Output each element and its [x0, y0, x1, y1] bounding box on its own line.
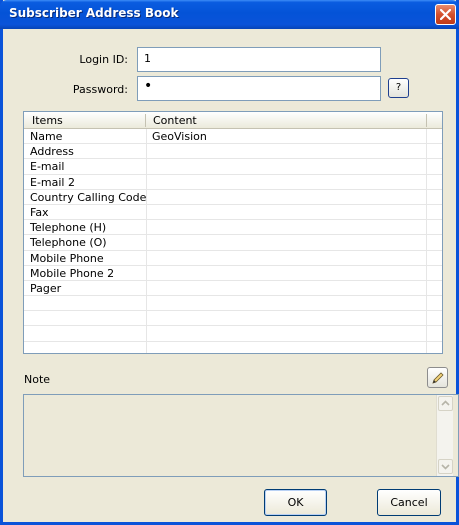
table-row[interactable]: Country Calling Code — [24, 190, 442, 205]
column-divider — [426, 114, 427, 127]
content-cell[interactable]: GeoVision — [152, 130, 207, 143]
table-row[interactable]: E-mail 2 — [24, 175, 442, 190]
close-icon — [440, 9, 451, 20]
table-row[interactable]: Address — [24, 144, 442, 160]
column-header-items[interactable]: Items — [32, 114, 63, 127]
scroll-up-button[interactable] — [438, 396, 453, 411]
help-button[interactable]: ? — [388, 78, 409, 98]
chevron-down-icon — [441, 464, 450, 470]
item-cell: Name — [30, 130, 63, 143]
item-cell: Pager — [30, 281, 62, 295]
password-input[interactable]: • — [137, 76, 381, 101]
edit-note-button[interactable] — [427, 367, 448, 388]
note-label: Note — [24, 373, 51, 386]
item-cell: Fax — [30, 205, 49, 219]
item-cell: Mobile Phone — [30, 251, 104, 265]
note-textarea[interactable] — [23, 394, 459, 477]
note-scrollbar[interactable] — [436, 395, 453, 476]
table-row[interactable]: Mobile Phone 2 — [24, 266, 442, 281]
item-cell: Mobile Phone 2 — [30, 266, 115, 280]
item-cell: Address — [30, 145, 74, 159]
window-title: Subscriber Address Book — [9, 6, 179, 20]
close-button[interactable] — [435, 4, 456, 25]
table-row[interactable]: E-mail — [24, 159, 442, 175]
address-book-dialog: Subscriber Address Book Login ID: 1 Pass… — [0, 0, 459, 525]
table-row[interactable]: Name GeoVision — [24, 129, 442, 145]
table-row[interactable]: Mobile Phone — [24, 251, 442, 266]
table-row[interactable]: Telephone (H) — [24, 220, 442, 236]
table-row[interactable]: Pager — [24, 281, 442, 297]
title-bar[interactable]: Subscriber Address Book — [0, 0, 459, 29]
pencil-icon — [432, 372, 444, 384]
column-divider — [145, 114, 146, 127]
table-row[interactable] — [24, 326, 442, 342]
scroll-down-button[interactable] — [438, 459, 453, 474]
item-cell: E-mail 2 — [30, 175, 75, 189]
cancel-button[interactable]: Cancel — [377, 489, 441, 516]
chevron-up-icon — [441, 400, 450, 406]
grid-rows: Name GeoVision Address E-mail E-mail 2 Co… — [24, 129, 442, 342]
item-cell: Telephone (O) — [30, 236, 107, 250]
login-id-input[interactable]: 1 — [137, 47, 381, 72]
login-id-label: Login ID: — [79, 53, 128, 66]
item-cell: Telephone (H) — [30, 221, 107, 235]
item-cell: E-mail — [30, 160, 65, 174]
password-label: Password: — [72, 83, 128, 96]
table-row[interactable]: Fax — [24, 205, 442, 221]
column-header-content[interactable]: Content — [153, 114, 197, 127]
ok-button[interactable]: OK — [264, 489, 327, 516]
grid-header: Items Content — [24, 112, 442, 129]
table-row[interactable]: Telephone (O) — [24, 235, 442, 251]
table-row[interactable] — [24, 311, 442, 327]
table-row[interactable] — [24, 296, 442, 312]
address-grid: Items Content Name GeoVision Address E-ma… — [23, 111, 443, 354]
item-cell: Country Calling Code — [30, 190, 147, 204]
